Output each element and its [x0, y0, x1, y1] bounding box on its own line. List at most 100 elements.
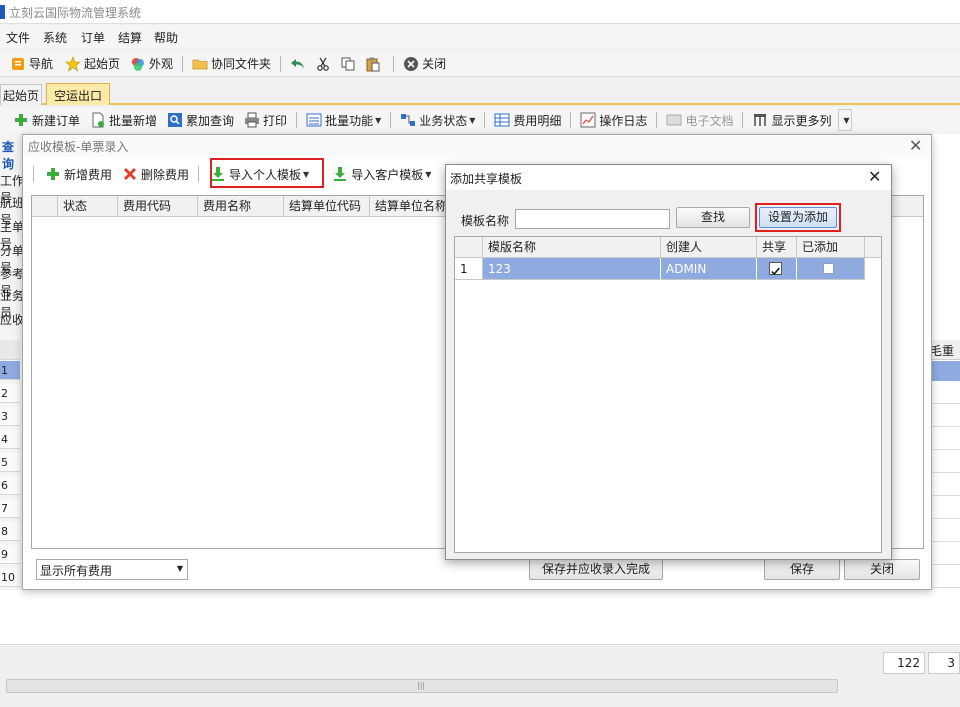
col-fee-name[interactable]: 费用名称	[198, 196, 284, 216]
checkmark-icon	[771, 267, 780, 276]
print-button[interactable]: 打印	[241, 109, 290, 131]
shared-grid-corner	[455, 237, 483, 257]
tab-home[interactable]: 起始页	[0, 84, 43, 105]
folder-icon	[192, 56, 208, 72]
toolbar-separator	[656, 112, 658, 128]
fee-filter-select[interactable]: 显示所有费用 ▼	[36, 559, 188, 580]
toolbar-separator	[484, 112, 486, 128]
col-shared[interactable]: 共享	[757, 237, 797, 257]
batch-function-button[interactable]: 批量功能 ▼	[303, 109, 384, 131]
nav-icon	[10, 56, 26, 72]
shared-checkbox[interactable]	[769, 262, 782, 276]
undo-button[interactable]	[287, 53, 312, 75]
dialog-close-icon[interactable]: ✕	[909, 136, 922, 155]
bg-grid-rownums: 1 2 3 4 5 6 7 8 9 10	[0, 340, 22, 590]
rownum-5: 5	[0, 453, 20, 472]
cumulative-query-button[interactable]: 累加查询	[164, 109, 237, 131]
toolbar-overflow-button[interactable]: ▼	[838, 109, 853, 131]
batch-new-button[interactable]: 批量新增	[87, 109, 160, 131]
import-customer-template-button[interactable]: 导入客户模板 ▼	[329, 163, 434, 185]
status-value-box: 122	[883, 652, 925, 674]
appearance-button[interactable]: 外观	[127, 53, 176, 75]
table-icon	[494, 112, 510, 128]
toolbar-separator	[390, 112, 392, 128]
menu-bar: 文件 系统 订单 结算 帮助	[0, 25, 960, 49]
document-icon	[666, 112, 682, 128]
copy-icon	[340, 56, 356, 72]
fee-detail-button[interactable]: 费用明细	[491, 109, 564, 131]
tab-air-export[interactable]: 空运出口	[46, 83, 111, 105]
add-shared-template-dialog: 添加共享模板 ✕ 模板名称 查找 设置为添加 模版名称 创建人 共享 已添加 1…	[445, 164, 892, 560]
document-tabs: 起始页 空运出口	[0, 81, 960, 105]
row-creator: ADMIN	[661, 258, 757, 279]
menu-settlement[interactable]: 结算	[118, 29, 142, 46]
added-checkbox[interactable]	[823, 263, 834, 274]
cut-button[interactable]	[312, 53, 337, 75]
copy-button[interactable]	[337, 53, 362, 75]
menu-file[interactable]: 文件	[6, 29, 30, 46]
rownum-6: 6	[0, 476, 20, 495]
col-settlement-code[interactable]: 结算单位代码	[284, 196, 370, 216]
list-icon	[306, 112, 322, 128]
operation-log-button[interactable]: 操作日志	[577, 109, 650, 131]
menu-help[interactable]: 帮助	[154, 29, 178, 46]
row-template-name: 123	[483, 258, 661, 279]
plus-icon	[13, 112, 29, 128]
horizontal-scrollbar[interactable]: |||	[6, 679, 838, 693]
toolbar-separator	[322, 166, 324, 182]
menu-order[interactable]: 订单	[81, 29, 105, 46]
dialog-title-bar: 应收模板-单票录入 ✕	[23, 135, 931, 157]
col-settlement-name[interactable]: 结算单位名称	[370, 196, 450, 216]
label-receivable: 应收	[0, 313, 25, 327]
home-button[interactable]: 起始页	[62, 53, 123, 75]
menu-system[interactable]: 系统	[43, 29, 67, 46]
nav-button[interactable]: 导航	[7, 53, 56, 75]
search-button[interactable]: 查找	[676, 207, 750, 228]
col-fee-code[interactable]: 费用代码	[118, 196, 198, 216]
download-icon	[210, 166, 226, 182]
col-creator[interactable]: 创建人	[661, 237, 757, 257]
rownum-7: 7	[0, 499, 20, 518]
printer-icon	[244, 112, 260, 128]
import-personal-template-button[interactable]: 导入个人模板 ▼	[207, 163, 312, 185]
col-added[interactable]: 已添加	[797, 237, 865, 257]
table-row[interactable]: 1 123 ADMIN	[455, 258, 865, 280]
order-toolbar: 新建订单 批量新增 累加查询 打印 批量功能 ▼ 业务状态 ▼ 费用明细 操作日志 …	[0, 107, 960, 133]
save-and-complete-button[interactable]: 保存并应收录入完成	[529, 559, 663, 580]
palette-icon	[130, 56, 146, 72]
col-template-name[interactable]: 模版名称	[483, 237, 661, 257]
rownum-header	[0, 340, 20, 360]
show-more-columns-button[interactable]: 显示更多列	[749, 109, 834, 131]
toolbar-separator	[570, 112, 572, 128]
scissors-icon	[315, 56, 331, 72]
row-added-cell	[797, 258, 865, 279]
shared-folder-button[interactable]: 协同文件夹	[189, 53, 274, 75]
delete-x-icon	[122, 166, 138, 182]
shared-dialog-close-icon[interactable]: ✕	[868, 167, 881, 186]
row-number: 1	[455, 258, 483, 279]
business-status-button[interactable]: 业务状态 ▼	[397, 109, 478, 131]
set-as-added-button[interactable]: 设置为添加	[759, 207, 837, 228]
columns-icon	[752, 112, 768, 128]
template-name-input[interactable]	[515, 209, 670, 229]
add-fee-button[interactable]: 新增费用	[42, 163, 115, 185]
chevron-down-icon: ▼	[843, 115, 850, 125]
app-title: 立刻云国际物流管理系统	[9, 6, 142, 20]
left-label-column: 查询 工作号 航班号 主单号 分单号 参考号 业务员 应收	[0, 134, 24, 344]
paste-button[interactable]	[362, 53, 387, 75]
toolbar-separator	[393, 55, 395, 72]
query-label: 查询	[2, 140, 15, 171]
col-status[interactable]: 状态	[58, 196, 118, 216]
paste-icon	[365, 56, 381, 72]
save-button[interactable]: 保存	[764, 559, 840, 580]
chevron-down-icon: ▼	[176, 564, 183, 573]
new-order-button[interactable]: 新建订单	[10, 109, 83, 131]
close-dialog-button[interactable]: 关闭	[844, 559, 920, 580]
undo-icon	[290, 56, 306, 72]
close-button[interactable]: 关闭	[400, 53, 449, 75]
shared-dialog-title: 添加共享模板	[450, 172, 523, 186]
delete-fee-button[interactable]: 删除费用	[119, 163, 192, 185]
app-title-bar: 立刻云国际物流管理系统	[0, 0, 960, 24]
plus-icon	[45, 166, 61, 182]
gross-weight-header: 毛重	[930, 344, 955, 358]
